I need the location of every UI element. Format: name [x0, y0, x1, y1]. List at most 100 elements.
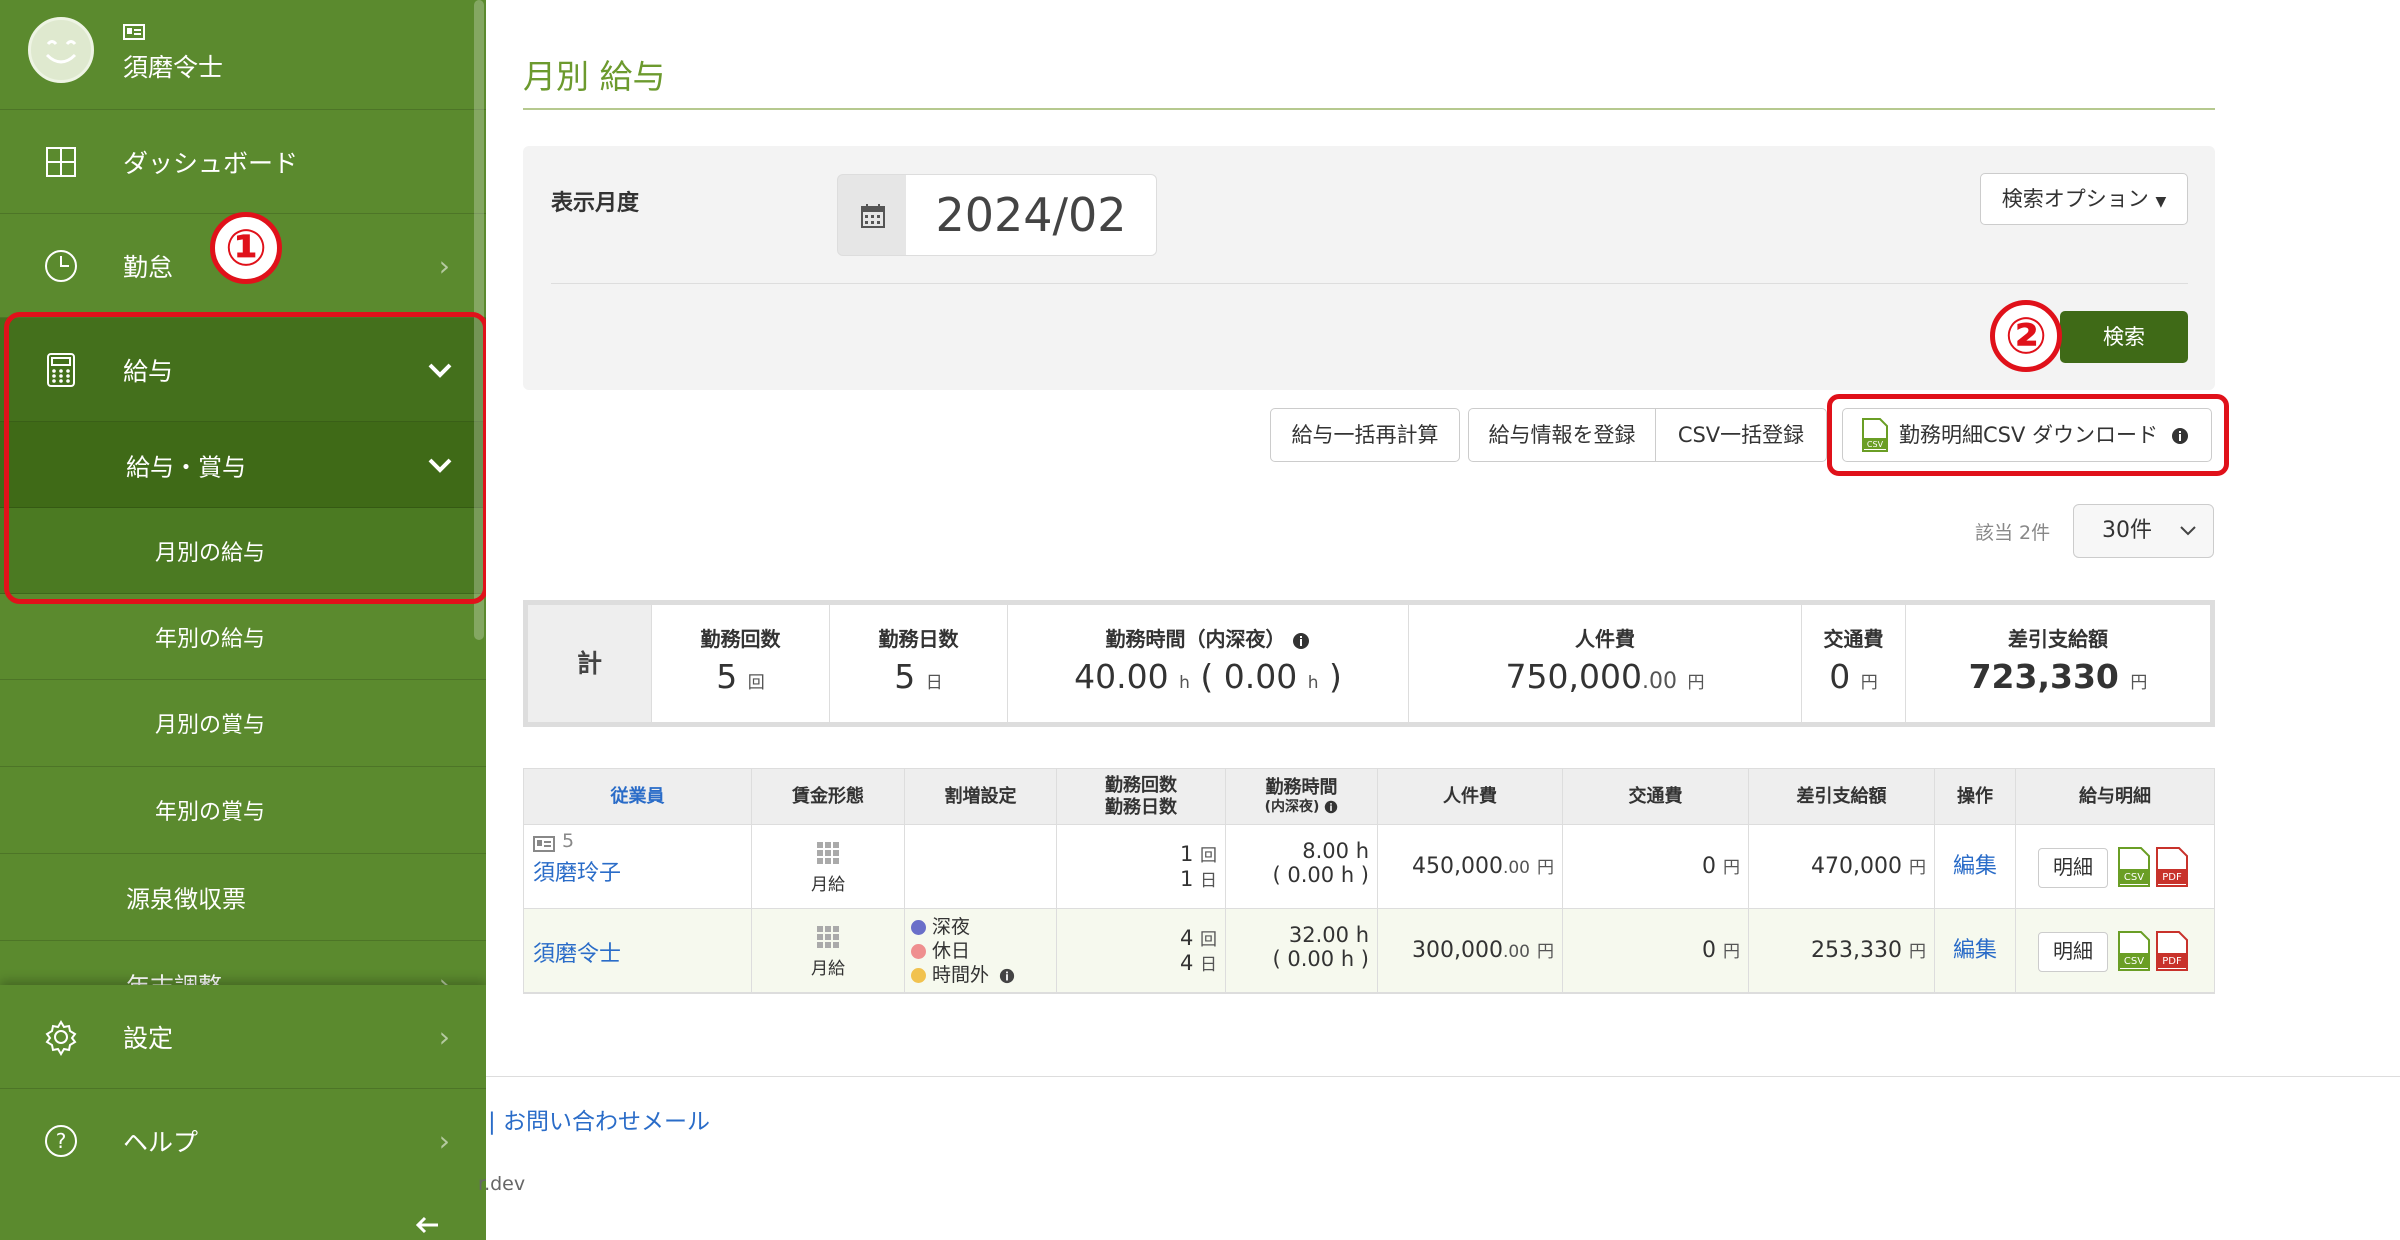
- annotation-box-2: [1827, 394, 2229, 476]
- dashboard-icon: [46, 146, 76, 177]
- col-header-count-label: 勤務回数: [1105, 774, 1177, 796]
- labor-cost-cell: 450,000.00 円: [1378, 825, 1563, 908]
- panel-divider: [551, 283, 2188, 284]
- summary-unit: h: [1307, 673, 1319, 693]
- caret-down-icon: ▼: [2155, 194, 2167, 210]
- month-input[interactable]: 2024/02: [906, 174, 1157, 256]
- summary-unit: 回: [747, 673, 765, 693]
- annotation-marker-2: ②: [1990, 300, 2062, 372]
- table-row: 須磨令士 月給 深夜 休日 時間外 4 回 4 日 32.00 h ( 0.00…: [524, 909, 2214, 993]
- pdf-file-icon[interactable]: PDF: [2155, 847, 2189, 887]
- premium-cell: 深夜 休日 時間外: [905, 909, 1057, 992]
- transport-cell: 0 円: [1563, 909, 1749, 992]
- hours-unit: h: [1355, 923, 1369, 947]
- col-header-employee[interactable]: 従業員: [524, 769, 752, 825]
- sidebar-item-help[interactable]: ? ヘルプ ›: [0, 1089, 486, 1193]
- user-profile[interactable]: 須磨令士: [0, 0, 486, 110]
- help-icon: ?: [45, 1125, 77, 1157]
- arrow-left-icon[interactable]: [412, 1215, 442, 1235]
- col-header-net-pay: 差引支給額: [1749, 769, 1935, 825]
- summary-value: 750,000: [1505, 657, 1642, 696]
- annotation-box-1: [4, 312, 486, 604]
- sidebar-item-label: 年別の給与: [155, 626, 266, 652]
- wage-type-cell: 月給: [752, 825, 905, 908]
- table-row: 5 須磨玲子 月給 1 回 1 日 8.00 h ( 0.00 h ) 450,…: [524, 825, 2214, 909]
- hours-unit: h: [1355, 839, 1369, 863]
- summary-unit: 円: [1860, 673, 1878, 693]
- csv-import-button[interactable]: CSV一括登録: [1655, 408, 1827, 462]
- summary-value: 5: [716, 657, 738, 696]
- per-page-value: 30件: [2102, 518, 2152, 543]
- col-header-days-label: 勤務日数: [1105, 796, 1177, 818]
- count-cell: 1 回 1 日: [1057, 825, 1226, 908]
- premium-holiday: 休日: [911, 939, 1056, 963]
- svg-text:CSV: CSV: [2124, 872, 2144, 883]
- per-page-select[interactable]: 30件: [2073, 504, 2214, 558]
- summary-work-hours: 勤務時間（内深夜） 40.00 h ( 0.00 h ): [1007, 605, 1408, 722]
- csv-file-icon[interactable]: CSV: [2117, 931, 2151, 971]
- info-icon: [1325, 800, 1338, 814]
- col-header-hours-label: 勤務時間: [1265, 777, 1338, 799]
- employee-name-link[interactable]: 須磨令士: [533, 936, 621, 968]
- page-title: 月別 給与: [523, 57, 666, 96]
- search-panel: [523, 146, 2215, 390]
- sidebar-item-year-end[interactable]: 年末調整 ›: [0, 941, 486, 986]
- search-options-button[interactable]: 検索オプション ▼: [1980, 173, 2188, 225]
- slip-detail-button[interactable]: 明細: [2038, 932, 2108, 972]
- sidebar-item-yearly-salary[interactable]: 年別の給与: [0, 594, 486, 680]
- sidebar-item-settings[interactable]: 設定 ›: [0, 985, 486, 1089]
- employee-name-link[interactable]: 須磨玲子: [533, 855, 621, 887]
- col-header-labor-cost: 人件費: [1378, 769, 1563, 825]
- net-pay-cell: 470,000 円: [1749, 825, 1935, 908]
- sidebar-item-withholding[interactable]: 源泉徴収票: [0, 854, 486, 941]
- clock-icon: [45, 249, 77, 282]
- pdf-file-icon[interactable]: PDF: [2155, 931, 2189, 971]
- chevron-right-icon: ›: [438, 1020, 450, 1053]
- summary-value: 723,330: [1968, 657, 2119, 696]
- contact-mail-link[interactable]: | お問い合わせメール: [488, 1102, 710, 1136]
- chevron-right-icon: ›: [438, 249, 450, 282]
- footer-domain-text: r.dev: [478, 1173, 526, 1195]
- col-header-hours: 勤務時間 (内深夜): [1226, 769, 1378, 825]
- premium-night: 深夜: [911, 915, 1056, 939]
- search-button[interactable]: 検索: [2060, 311, 2188, 363]
- summary-header: 勤務時間（内深夜）: [1105, 627, 1286, 651]
- sidebar-item-label: 年末調整: [126, 967, 222, 986]
- night-dot-icon: [911, 920, 926, 935]
- summary-transport: 交通費 0 円: [1801, 605, 1905, 722]
- col-header-transport: 交通費: [1563, 769, 1749, 825]
- sidebar-bottom: 設定 › ? ヘルプ ›: [0, 985, 486, 1240]
- transport-cell: 0 円: [1563, 825, 1749, 908]
- edit-link[interactable]: 編集: [1953, 938, 1997, 963]
- avatar: [28, 17, 94, 83]
- summary-net-pay: 差引支給額 723,330 円: [1905, 605, 2210, 722]
- net-pay: 253,330: [1811, 938, 1902, 963]
- edit-link[interactable]: 編集: [1953, 854, 1997, 879]
- premium-label: 休日: [932, 940, 971, 962]
- sidebar-item-monthly-bonus[interactable]: 月別の賞与: [0, 680, 486, 767]
- transport-cost: 0: [1702, 938, 1716, 963]
- chevron-right-icon: ›: [438, 1124, 450, 1158]
- night-hours: 0.00: [1287, 863, 1335, 887]
- sidebar-item-label: ダッシュボード: [123, 148, 299, 178]
- summary-unit: 円: [1687, 673, 1705, 693]
- work-count: 1: [1179, 842, 1194, 866]
- count-cell: 4 回 4 日: [1057, 909, 1226, 992]
- bulk-recalc-button[interactable]: 給与一括再計算: [1270, 408, 1460, 462]
- labor-cost: 300,000: [1411, 938, 1503, 963]
- calendar-button[interactable]: [837, 174, 907, 256]
- days-unit: 日: [1200, 955, 1217, 975]
- summary-value: 0: [1829, 657, 1851, 696]
- annotation-marker-1: ①: [210, 212, 282, 284]
- slip-detail-button[interactable]: 明細: [2038, 848, 2108, 888]
- csv-file-icon[interactable]: CSV: [2117, 847, 2151, 887]
- register-salary-button[interactable]: 給与情報を登録: [1468, 408, 1656, 462]
- info-icon: [1293, 632, 1310, 649]
- summary-unit: 円: [2130, 673, 2148, 693]
- sidebar-item-yearly-bonus[interactable]: 年別の賞与: [0, 767, 486, 854]
- sidebar-item-dashboard[interactable]: ダッシュボード: [0, 110, 486, 214]
- id-card-icon: [533, 836, 555, 852]
- sidebar-item-label: 源泉徴収票: [126, 885, 246, 914]
- count-unit: 回: [1200, 930, 1217, 950]
- info-icon: [999, 968, 1015, 983]
